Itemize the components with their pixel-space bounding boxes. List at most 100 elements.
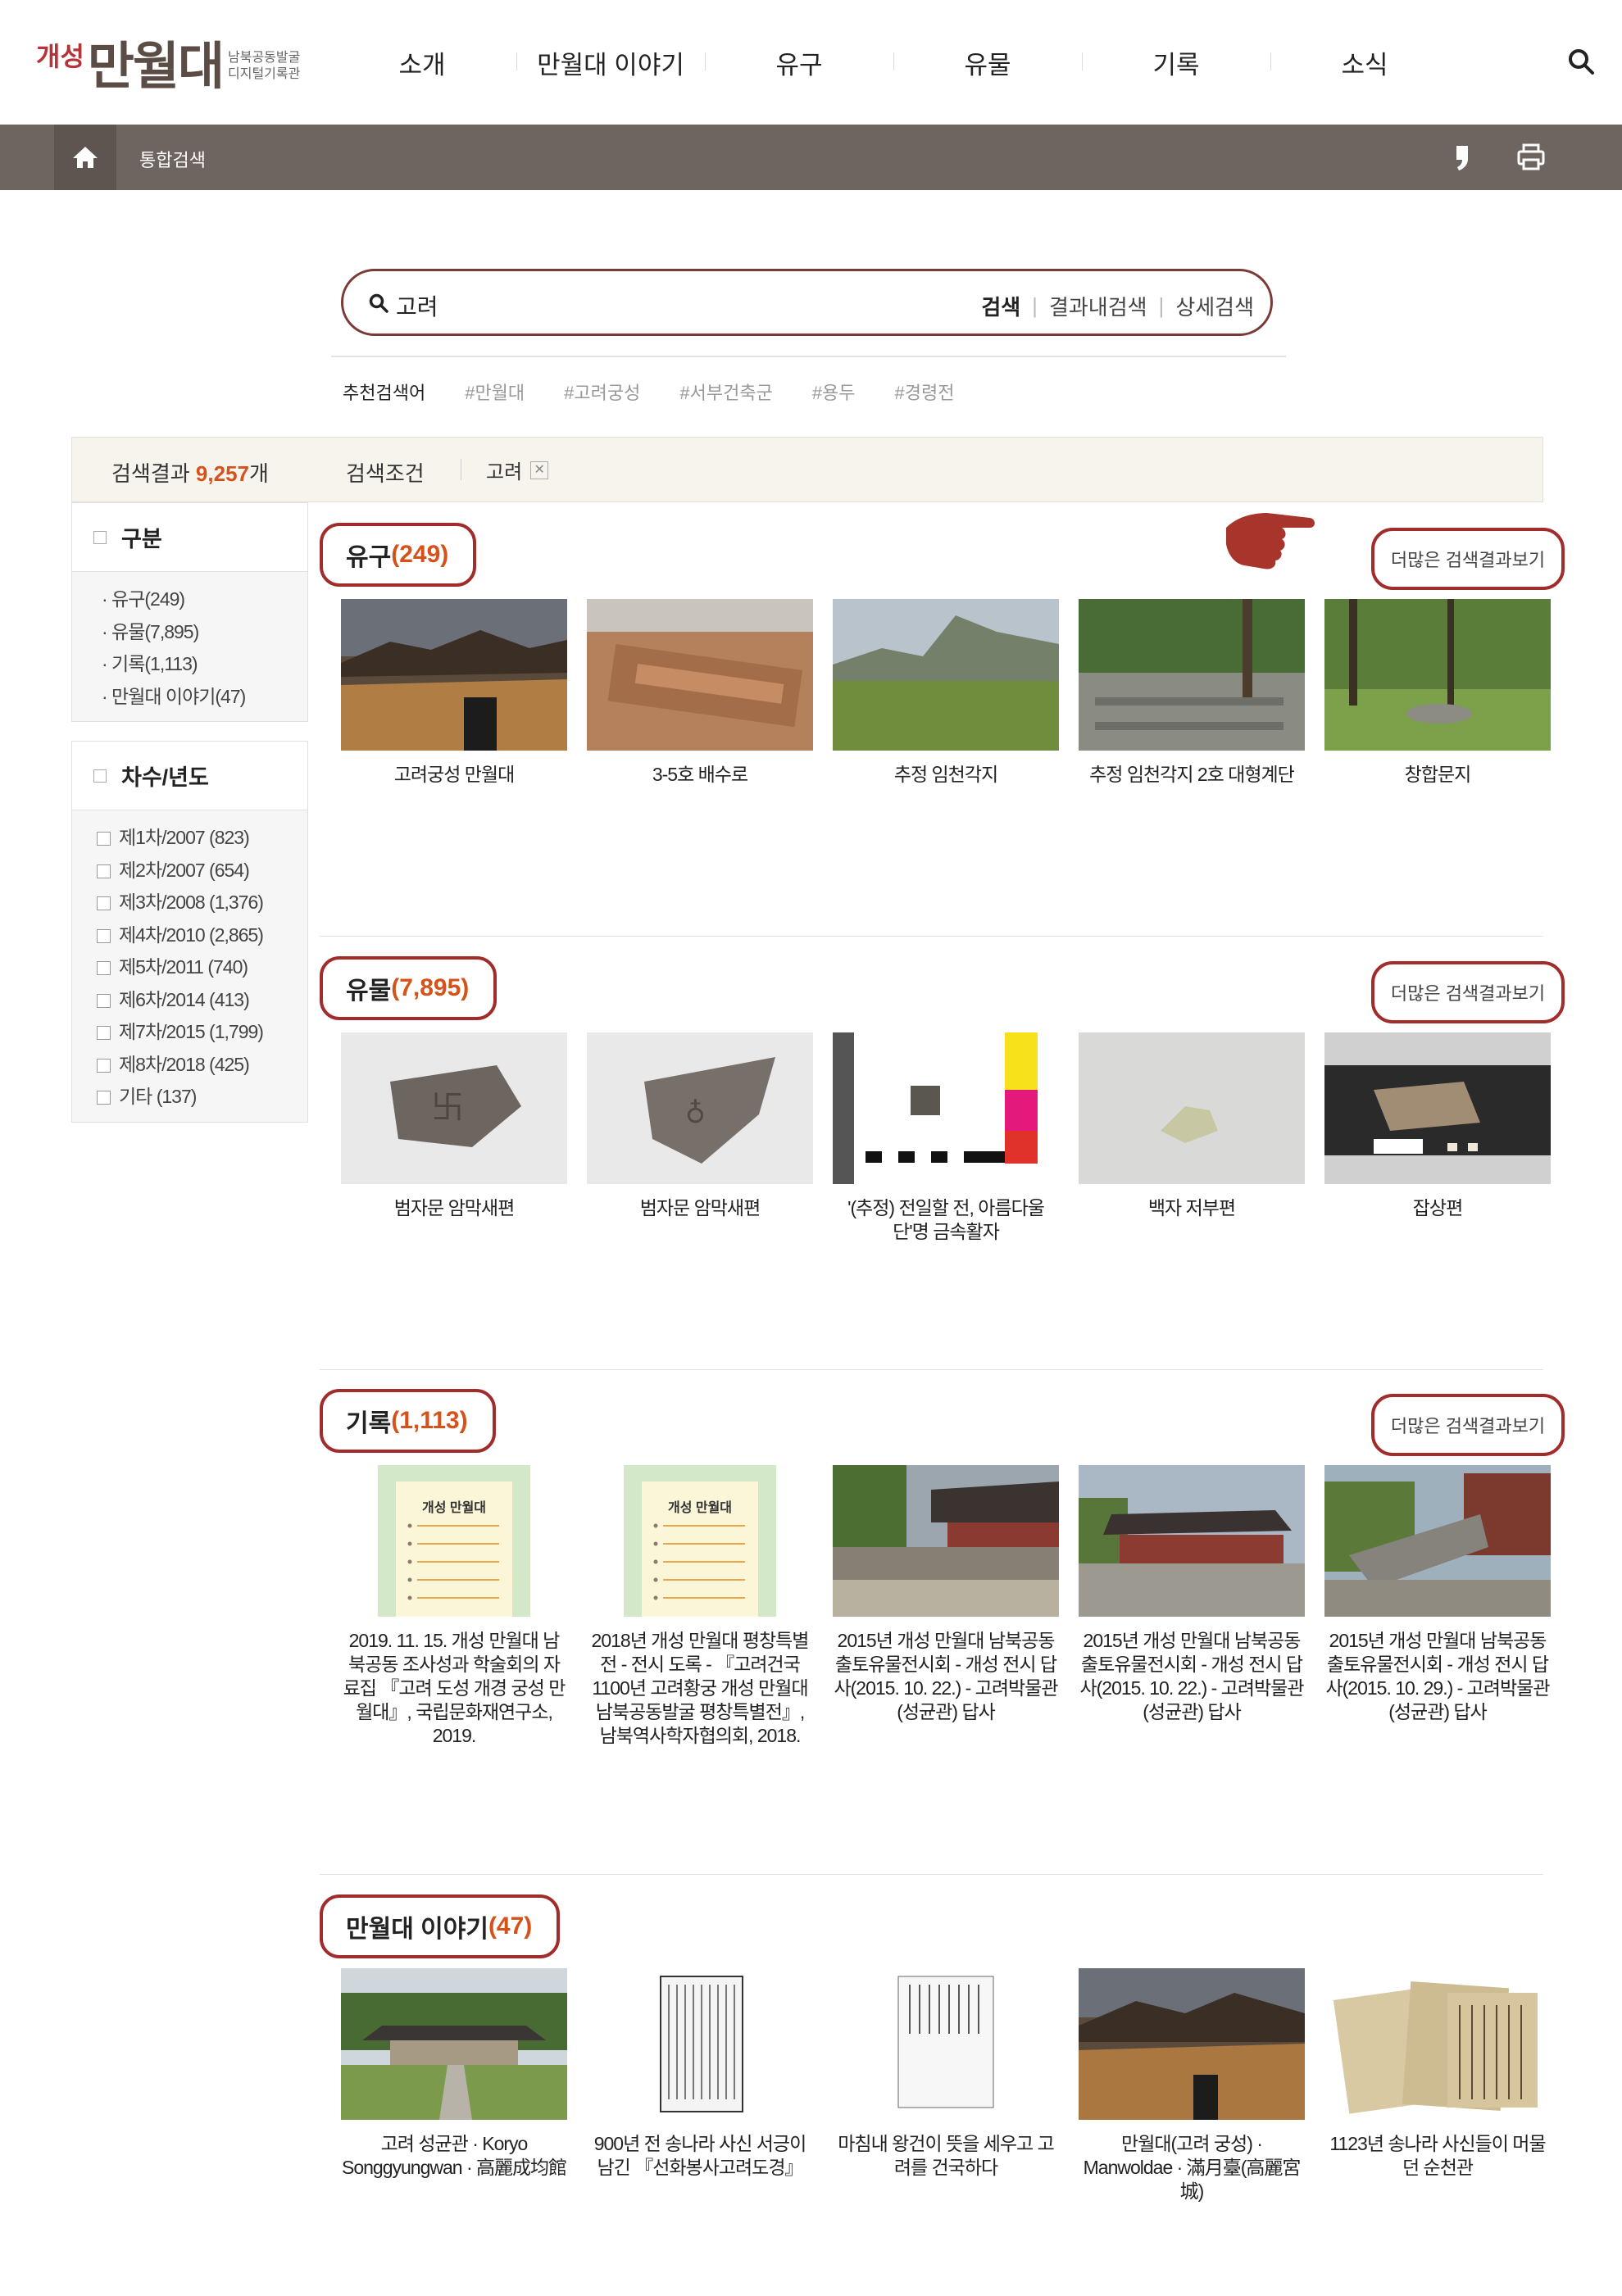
filter-category-title: 구분 — [121, 527, 162, 551]
result-thumbnail[interactable] — [833, 599, 1059, 751]
nav-item-story[interactable]: 만월대 이야기 — [516, 0, 705, 125]
advanced-search-button[interactable]: 상세검색 — [1175, 291, 1254, 321]
result-caption[interactable]: 잡상편 — [1324, 1196, 1551, 1220]
share-icon[interactable] — [1443, 138, 1482, 177]
filter-checkbox-item[interactable]: 제7차/2015 (1,799) — [97, 1016, 307, 1049]
result-thumbnail[interactable] — [833, 1465, 1059, 1617]
filter-item[interactable]: · 기록(1,113) — [102, 648, 307, 681]
result-thumbnail[interactable] — [341, 1968, 567, 2120]
checkbox[interactable] — [97, 832, 111, 846]
result-caption[interactable]: 2018년 개성 만월대 평창특별전 - 전시 도록 - 『고려건국 1100년… — [587, 1629, 813, 1748]
filter-checkbox-item[interactable]: 제5차/2011 (740) — [97, 951, 307, 984]
checkbox[interactable] — [97, 928, 111, 943]
result-thumbnail[interactable] — [1079, 1032, 1305, 1184]
result-caption[interactable]: 2015년 개성 만월대 남북공동출토유물전시회 - 개성 전시 답사(2015… — [833, 1629, 1059, 1724]
filter-year: 차수/년도 제1차/2007 (823) 제2차/2007 (654) 제3차/… — [71, 741, 308, 1123]
result-caption[interactable]: 1123년 송나라 사신들이 머물던 순천관 — [1324, 2132, 1551, 2180]
result-caption[interactable]: 3-5호 배수로 — [587, 763, 813, 787]
filter-category-list: · 유구(249) · 유물(7,895) · 기록(1,113) · 만월대 … — [72, 572, 307, 721]
result-grid: 卐 범자문 암막새편 ♁ 범자문 암막새편 '(추정) 전일할 전, 아름다울 … — [341, 1032, 1553, 1360]
checkbox[interactable] — [97, 1091, 111, 1105]
result-caption[interactable]: 2019. 11. 15. 개성 만월대 남북공동 조사성과 학술회의 자료집 … — [341, 1629, 567, 1748]
filter-checkbox-label: 제6차/2014 (413) — [119, 988, 250, 1010]
result-thumbnail[interactable]: ♁ — [587, 1032, 813, 1184]
filter-checkbox-item[interactable]: 제8차/2018 (425) — [97, 1049, 307, 1082]
result-caption[interactable]: 백자 저부편 — [1079, 1196, 1305, 1220]
more-results-button[interactable]: 더많은 검색결과보기 — [1371, 1394, 1565, 1456]
result-thumbnail[interactable] — [1324, 1968, 1551, 2120]
recommended-tag[interactable]: #용두 — [812, 379, 856, 405]
result-thumbnail[interactable]: 卐 — [341, 1032, 567, 1184]
result-caption[interactable]: 만월대(고려 궁성) · Manwoldae · 滿月臺(高麗宮城) — [1079, 2132, 1305, 2203]
search-icon[interactable] — [1565, 46, 1598, 79]
filter-checkbox-label: 제7차/2015 (1,799) — [119, 1021, 264, 1042]
divider — [320, 1874, 1543, 1875]
filter-item[interactable]: · 만월대 이야기(47) — [102, 681, 307, 714]
result-caption[interactable]: 범자문 암막새편 — [587, 1196, 813, 1220]
filter-checkbox-item[interactable]: 제3차/2008 (1,376) — [97, 887, 307, 919]
result-thumbnail[interactable] — [587, 599, 813, 751]
search-button[interactable]: 검색 — [981, 291, 1020, 321]
checkbox[interactable] — [97, 896, 111, 910]
result-caption[interactable]: 추정 임천각지 — [833, 763, 1059, 787]
filter-checkbox-item[interactable]: 제6차/2014 (413) — [97, 984, 307, 1017]
result-thumbnail[interactable] — [1079, 1968, 1305, 2120]
nav-item-artifacts[interactable]: 유물 — [893, 0, 1082, 125]
home-icon[interactable] — [54, 125, 116, 190]
result-thumbnail[interactable]: 개성 만월대 — [587, 1465, 813, 1617]
site-logo[interactable]: 개성 만월대 남북공동발굴 디지털기록관 — [36, 25, 300, 98]
result-thumbnail[interactable] — [833, 1032, 1059, 1184]
result-caption[interactable]: '(추정) 전일할 전, 아름다울 단'명 금속활자 — [833, 1196, 1059, 1244]
section-name: 유물 — [346, 978, 392, 1005]
site-header: 개성 만월대 남북공동발굴 디지털기록관 소개 만월대 이야기 유구 유물 기록… — [0, 0, 1622, 125]
filter-checkbox-item[interactable]: 제2차/2007 (654) — [97, 855, 307, 887]
recommended-tag[interactable]: #경령전 — [895, 379, 955, 405]
recommended-tag[interactable]: #고려궁성 — [564, 379, 640, 405]
result-caption[interactable]: 2015년 개성 만월대 남북공동출토유물전시회 - 개성 전시 답사(2015… — [1079, 1629, 1305, 1724]
search-input[interactable]: 고려 — [396, 289, 438, 322]
checkbox[interactable] — [97, 1026, 111, 1040]
filter-item[interactable]: · 유구(249) — [102, 583, 307, 616]
result-caption[interactable]: 고려궁성 만월대 — [341, 763, 567, 787]
result-thumbnail[interactable]: 개성 만월대 — [341, 1465, 567, 1617]
checkbox[interactable] — [97, 961, 111, 975]
result-caption[interactable]: 범자문 암막새편 — [341, 1196, 567, 1220]
nav-item-news[interactable]: 소식 — [1270, 0, 1459, 125]
filter-category: 구분 · 유구(249) · 유물(7,895) · 기록(1,113) · 만… — [71, 502, 308, 722]
search-within-button[interactable]: 결과내검색 — [1049, 291, 1147, 321]
result-thumbnail[interactable] — [1324, 1032, 1551, 1184]
result-thumbnail[interactable] — [1324, 599, 1551, 751]
result-caption[interactable]: 마침내 왕건이 뜻을 세우고 고려를 건국하다 — [833, 2132, 1059, 2180]
more-results-button[interactable]: 더많은 검색결과보기 — [1371, 528, 1565, 590]
checkbox[interactable] — [97, 864, 111, 878]
result-caption[interactable]: 900년 전 송나라 사신 서긍이 남긴 『선화봉사고려도경』 — [587, 2132, 813, 2180]
nav-item-records[interactable]: 기록 — [1082, 0, 1270, 125]
filter-checkbox-item[interactable]: 제4차/2010 (2,865) — [97, 919, 307, 952]
print-icon[interactable] — [1511, 138, 1551, 177]
result-thumbnail[interactable] — [1079, 1465, 1305, 1617]
more-results-button[interactable]: 더많은 검색결과보기 — [1371, 961, 1565, 1023]
filter-checkbox-item[interactable]: 기타 (137) — [97, 1081, 307, 1114]
result-caption[interactable]: 고려 성균관 · Koryo Songgyungwan · 高麗成均館 — [341, 2132, 567, 2180]
result-caption[interactable]: 창합문지 — [1324, 763, 1551, 787]
result-thumbnail[interactable] — [833, 1968, 1059, 2120]
nav-item-remains[interactable]: 유구 — [705, 0, 893, 125]
recommended-tag[interactable]: #만월대 — [465, 379, 525, 405]
result-thumbnail[interactable] — [341, 599, 567, 751]
filter-category-header[interactable]: 구분 — [72, 503, 307, 572]
checkbox[interactable] — [97, 993, 111, 1008]
result-thumbnail[interactable] — [587, 1968, 813, 2120]
condition-label: 검색조건 — [346, 461, 425, 486]
recommended-tag[interactable]: #서부건축군 — [679, 379, 772, 405]
remove-keyword-icon[interactable]: ✕ — [530, 461, 549, 479]
result-thumbnail[interactable] — [1079, 599, 1305, 751]
filter-item[interactable]: · 유물(7,895) — [102, 616, 307, 649]
result-caption[interactable]: 추정 임천각지 2호 대형계단 — [1079, 763, 1305, 787]
filter-year-header[interactable]: 차수/년도 — [72, 742, 307, 810]
result-thumbnail[interactable] — [1324, 1465, 1551, 1617]
search-icon — [368, 293, 389, 318]
filter-checkbox-item[interactable]: 제1차/2007 (823) — [97, 822, 307, 855]
result-caption[interactable]: 2015년 개성 만월대 남북공동출토유물전시회 - 개성 전시 답사(2015… — [1324, 1629, 1551, 1724]
nav-item-intro[interactable]: 소개 — [328, 0, 516, 125]
checkbox[interactable] — [97, 1058, 111, 1073]
